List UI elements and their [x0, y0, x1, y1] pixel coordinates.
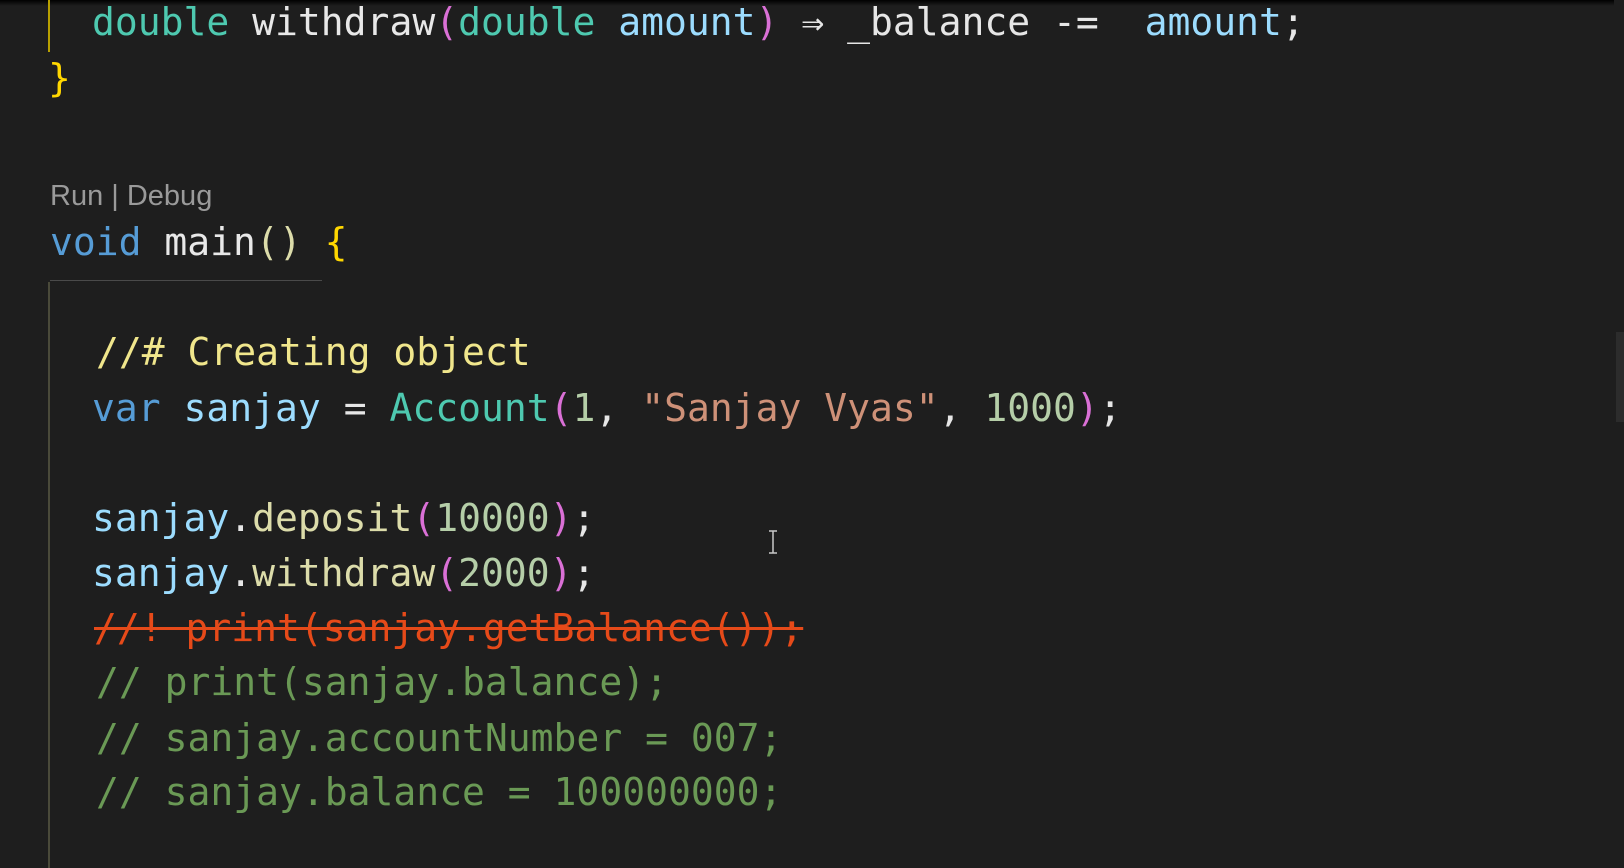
debug-codelens-link[interactable]: Debug — [127, 180, 212, 212]
method-withdraw: withdraw — [252, 551, 436, 595]
code-line-comment-account-number[interactable]: // sanjay.accountNumber = 007; — [96, 710, 782, 766]
open-paren: ( — [435, 0, 459, 44]
sticky-scroll-divider — [50, 280, 322, 281]
alert-comment: //! print(sanjay.getBalance()); — [94, 606, 804, 650]
arg-account-number: 1 — [572, 386, 596, 430]
class-name: Account — [389, 386, 550, 430]
field-name: _balance — [847, 0, 1031, 44]
code-line-comment-set-balance[interactable]: // sanjay.balance = 100000000; — [96, 764, 782, 820]
arg-initial-balance: 1000 — [984, 386, 1076, 430]
deposit-amount: 10000 — [435, 496, 550, 540]
assign-operator: -= — [1053, 0, 1099, 44]
main-parens: () — [255, 220, 302, 264]
rhs-name: amount — [1144, 0, 1282, 44]
fat-arrow: ⇒ — [801, 0, 825, 44]
comment-text: // sanjay.accountNumber = 007; — [96, 716, 783, 760]
open-brace: { — [324, 220, 348, 264]
param-type: double — [458, 0, 596, 44]
variable-name: sanjay — [183, 386, 321, 430]
codelens-run-debug: Run | Debug — [50, 176, 212, 216]
indent-guide-main — [48, 282, 50, 868]
run-codelens-link[interactable]: Run — [50, 180, 103, 212]
var-keyword: var — [92, 386, 161, 430]
semicolon: ; — [572, 496, 596, 540]
code-line-alert-comment[interactable]: //! print(sanjay.getBalance()); — [94, 600, 803, 656]
vertical-scrollbar[interactable] — [1614, 0, 1624, 868]
close-paren: ) — [755, 0, 779, 44]
comment-text: // sanjay.balance = 100000000; — [96, 770, 783, 814]
withdraw-amount: 2000 — [458, 551, 550, 595]
close-paren: ) — [549, 551, 573, 595]
open-paren: ( — [549, 386, 573, 430]
code-line-heading-comment[interactable]: //# Creating object — [96, 324, 531, 380]
close-paren: ) — [1075, 386, 1099, 430]
heading-comment: //# Creating object — [96, 330, 531, 374]
void-keyword: void — [50, 220, 142, 264]
equals-operator: = — [343, 386, 367, 430]
comma: , — [938, 386, 985, 430]
object-name: sanjay — [92, 496, 230, 540]
semicolon: ; — [572, 551, 596, 595]
comment-text: // print(sanjay.balance); — [96, 660, 668, 704]
close-paren: ) — [549, 496, 573, 540]
arg-name-string: "Sanjay Vyas" — [641, 386, 939, 430]
type-keyword: double — [92, 0, 230, 44]
i-beam-cursor-icon — [768, 530, 778, 560]
dot: . — [229, 551, 253, 595]
method-deposit: deposit — [252, 496, 413, 540]
object-name: sanjay — [92, 551, 230, 595]
close-brace: } — [48, 56, 71, 100]
main-function-name: main — [164, 220, 256, 264]
code-editor[interactable]: double withdraw(double amount) ⇒ _balanc… — [0, 0, 1624, 868]
code-line-class-close[interactable]: } — [48, 50, 71, 106]
param-name: amount — [618, 0, 756, 44]
code-line-withdraw[interactable]: sanjay.withdraw(2000); — [92, 545, 595, 601]
semicolon: ; — [1281, 0, 1305, 44]
method-name: withdraw — [252, 0, 436, 44]
dot: . — [229, 496, 253, 540]
open-paren: ( — [435, 551, 459, 595]
indent-guide-class — [48, 0, 50, 52]
codelens-separator: | — [103, 180, 127, 212]
code-line-withdraw-method[interactable]: double withdraw(double amount) ⇒ _balanc… — [92, 0, 1305, 50]
code-line-create-account[interactable]: var sanjay = Account(1, "Sanjay Vyas", 1… — [92, 380, 1122, 436]
semicolon: ; — [1098, 386, 1122, 430]
scrollbar-thumb[interactable] — [1616, 332, 1624, 422]
comma: , — [595, 386, 642, 430]
open-paren: ( — [412, 496, 436, 540]
code-line-comment-print-balance[interactable]: // print(sanjay.balance); — [96, 654, 668, 710]
code-line-main-signature[interactable]: void main() { — [50, 214, 347, 270]
code-line-deposit[interactable]: sanjay.deposit(10000); — [92, 490, 595, 546]
